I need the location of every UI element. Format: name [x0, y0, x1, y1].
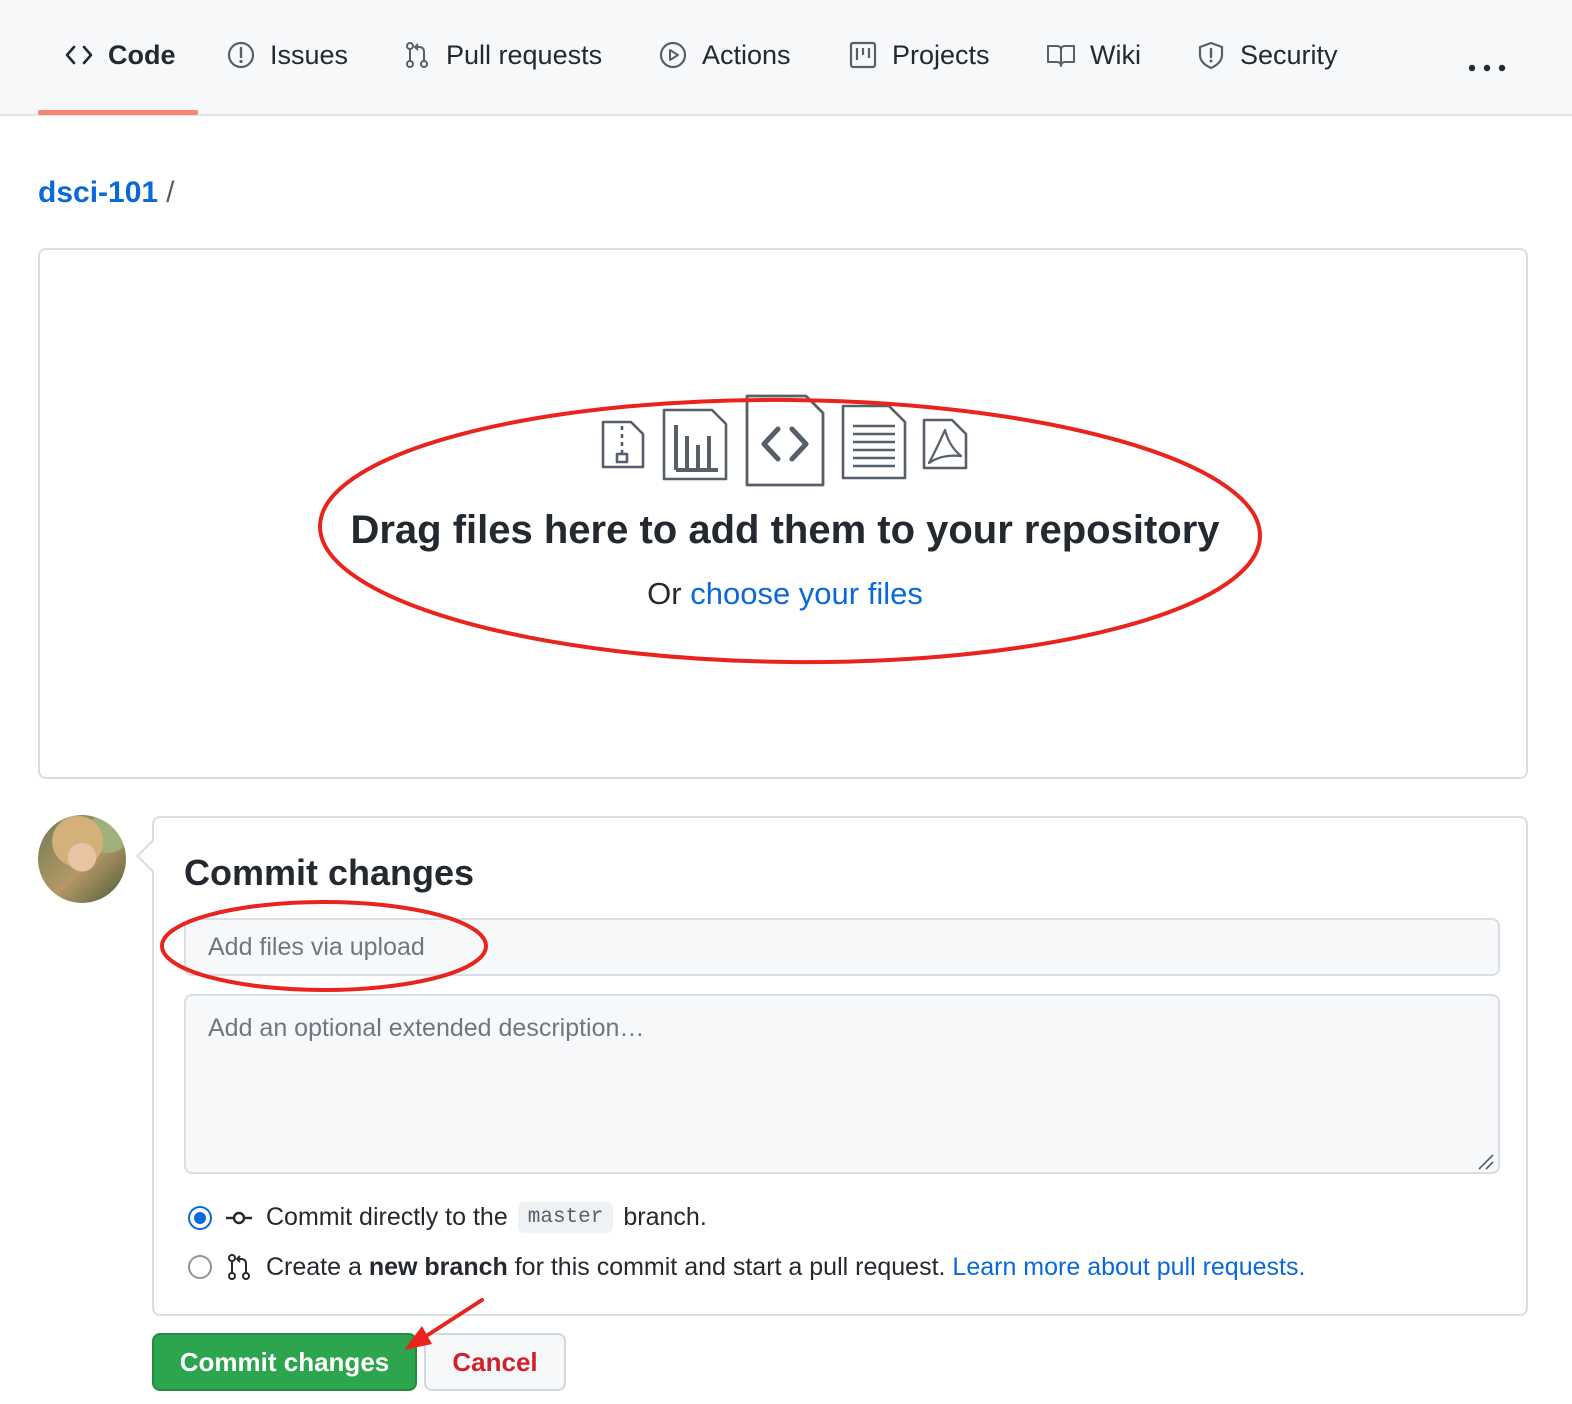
file-pdf-icon — [922, 418, 968, 470]
file-code-icon — [745, 394, 825, 487]
project-board-icon — [849, 41, 877, 69]
commit-form: Commit changes Commit directly to the ma… — [152, 816, 1528, 1316]
active-tab-indicator — [38, 110, 198, 115]
commit-description-input[interactable] — [184, 994, 1500, 1174]
radio-new-branch[interactable] — [188, 1255, 212, 1279]
play-icon — [659, 41, 687, 69]
new-branch-bold: new branch — [368, 1252, 508, 1281]
commit-title: Commit changes — [184, 852, 475, 893]
tab-label: Issues — [270, 40, 349, 70]
avatar — [38, 815, 126, 903]
file-text-icon — [841, 404, 907, 480]
tab-label: Wiki — [1090, 40, 1141, 70]
file-zip-icon — [601, 420, 645, 469]
branch-name: master — [517, 1202, 614, 1233]
tab-security[interactable]: Security — [1196, 40, 1338, 102]
new-branch-option[interactable]: Create a new branch for this commit and … — [188, 1252, 1305, 1282]
commit-direct-option[interactable]: Commit directly to the master branch. — [188, 1202, 707, 1233]
cancel-button[interactable]: Cancel — [424, 1333, 566, 1391]
shield-icon — [1198, 41, 1224, 70]
resize-grip-icon[interactable] — [1476, 1152, 1494, 1170]
or-text: Or — [647, 576, 682, 611]
pull-request-icon — [228, 1254, 250, 1280]
new-branch-pre: Create a — [266, 1252, 362, 1281]
new-branch-post: for this commit and start a pull request… — [514, 1252, 946, 1281]
direct-text-end: branch. — [623, 1203, 707, 1231]
tab-label: Code — [108, 40, 176, 70]
breadcrumb-separator: / — [166, 176, 175, 209]
radio-commit-direct[interactable] — [188, 1205, 212, 1230]
repo-nav: Code Issues Pull requests Actions Projec… — [0, 0, 1572, 116]
issue-icon — [227, 41, 255, 69]
direct-text: Commit directly to the — [266, 1203, 508, 1231]
file-drop-zone[interactable]: Drag files here to add them to your repo… — [38, 248, 1528, 779]
book-icon — [1047, 45, 1075, 67]
pull-request-icon — [406, 42, 428, 68]
tab-label: Projects — [892, 40, 990, 70]
file-type-icons — [601, 394, 968, 487]
tab-issues[interactable]: Issues — [226, 40, 348, 102]
commit-changes-button[interactable]: Commit changes — [152, 1333, 417, 1391]
tab-actions[interactable]: Actions — [658, 40, 791, 102]
code-icon — [65, 45, 93, 65]
drop-title: Drag files here to add them to your repo… — [350, 508, 1220, 552]
git-commit-icon — [226, 1211, 252, 1224]
commit-summary-input[interactable] — [184, 918, 1500, 976]
file-chart-icon — [662, 408, 728, 481]
tab-label: Security — [1240, 40, 1338, 70]
learn-more-link[interactable]: Learn more about pull requests. — [952, 1253, 1305, 1282]
drop-subtitle: Or choose your files — [40, 576, 1530, 612]
tab-wiki[interactable]: Wiki — [1046, 40, 1141, 102]
choose-files-link[interactable]: choose your files — [690, 576, 923, 611]
breadcrumb: dsci-101 / — [38, 176, 174, 210]
tab-label: Pull requests — [446, 40, 603, 70]
tab-pull-requests[interactable]: Pull requests — [402, 40, 602, 102]
tab-code[interactable]: Code — [64, 40, 176, 102]
repo-link[interactable]: dsci-101 — [38, 176, 158, 210]
tab-label: Actions — [702, 40, 791, 70]
tab-projects[interactable]: Projects — [848, 40, 990, 102]
kebab-horizontal-icon[interactable] — [1466, 58, 1508, 78]
